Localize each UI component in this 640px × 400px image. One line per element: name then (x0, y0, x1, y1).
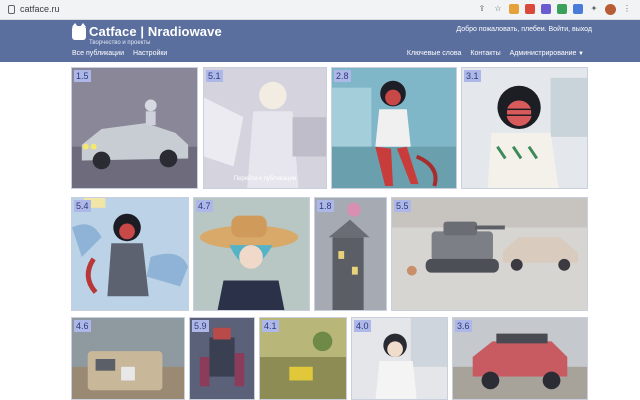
gallery-card[interactable]: 1.8 (314, 197, 387, 311)
nav-keywords[interactable]: Ключевые слова (407, 50, 461, 57)
rating-badge: 3.1 (464, 70, 481, 82)
profile-avatar[interactable] (605, 4, 616, 15)
address-bar[interactable]: catface.ru (20, 4, 60, 14)
rating-badge: 5.4 (74, 200, 91, 212)
rating-badge: 4.7 (196, 200, 213, 212)
extension-icon[interactable] (573, 4, 583, 14)
share-icon[interactable]: ⇪ (477, 4, 487, 14)
rating-badge: 5.1 (206, 70, 223, 82)
gallery-card[interactable]: 3.1 (461, 67, 588, 189)
gallery-card[interactable]: 3.6 (452, 317, 588, 400)
artwork-image (332, 68, 456, 188)
star-icon[interactable]: ☆ (493, 4, 503, 14)
gallery-card[interactable]: 4.7 (193, 197, 310, 311)
login-links[interactable]: Добро пожаловать, плебеи. Войти, выход (456, 26, 592, 33)
artwork-image (315, 198, 386, 310)
nav-settings[interactable]: Настройки (133, 50, 167, 57)
extension-icon[interactable] (557, 4, 567, 14)
rating-badge: 2.8 (334, 70, 351, 82)
puzzle-icon[interactable]: ✦ (589, 4, 599, 14)
nav-left: Все публикации Настройки (72, 50, 167, 57)
artwork-image (392, 198, 587, 310)
rating-badge: 3.6 (455, 320, 472, 332)
rating-badge: 5.5 (394, 200, 411, 212)
menu-icon[interactable]: ⋮ (622, 4, 632, 14)
gallery-card[interactable]: 5.1 Перейти к публикации (203, 67, 327, 189)
gallery-card[interactable]: 4.1 (259, 317, 347, 400)
rating-badge: 4.6 (74, 320, 91, 332)
gallery-card[interactable]: 1.5 (71, 67, 198, 189)
site-header: Catface | Nradiowave Творчество и проект… (0, 20, 640, 62)
artwork-image (453, 318, 587, 399)
site-tagline: Творчество и проекты (89, 40, 151, 46)
artwork-image (204, 68, 326, 188)
browser-chrome: catface.ru ⇪ ☆ ✦ ⋮ (0, 0, 640, 20)
nav-admin-dropdown[interactable]: Администрирование (510, 50, 584, 57)
gallery-card[interactable]: 4.0 (351, 317, 448, 400)
rating-badge: 4.1 (262, 320, 279, 332)
extension-icon[interactable] (541, 4, 551, 14)
rating-badge: 5.9 (192, 320, 209, 332)
site-title[interactable]: Catface | Nradiowave (89, 24, 222, 39)
artwork-image (462, 68, 587, 188)
gallery-card[interactable]: 5.4 (71, 197, 189, 311)
gallery-card[interactable]: 4.6 (71, 317, 185, 400)
gallery-grid: 1.5 5.1 Перейти к публикации 2.8 3.1 5.4… (0, 62, 640, 400)
browser-toolbar: ⇪ ☆ ✦ ⋮ (477, 4, 632, 15)
artwork-image (72, 198, 188, 310)
gallery-card[interactable]: 5.9 (189, 317, 255, 400)
nav-right: Ключевые слова Контакты Администрировани… (407, 50, 584, 57)
cat-logo-icon (72, 23, 86, 40)
extension-icon[interactable] (509, 4, 519, 14)
gallery-card[interactable]: 2.8 (331, 67, 457, 189)
nav-all-posts[interactable]: Все публикации (72, 50, 124, 57)
open-post-link[interactable]: Перейти к публикации (204, 176, 326, 182)
site-brand[interactable]: Catface | Nradiowave Творчество и проект… (72, 23, 222, 46)
gallery-card[interactable]: 5.5 (391, 197, 588, 311)
rating-badge: 1.8 (317, 200, 334, 212)
rating-badge: 1.5 (74, 70, 91, 82)
artwork-image (194, 198, 309, 310)
lock-icon (8, 5, 15, 14)
rating-badge: 4.0 (354, 320, 371, 332)
artwork-image (72, 68, 197, 188)
nav-contacts[interactable]: Контакты (470, 50, 500, 57)
extension-icon[interactable] (525, 4, 535, 14)
